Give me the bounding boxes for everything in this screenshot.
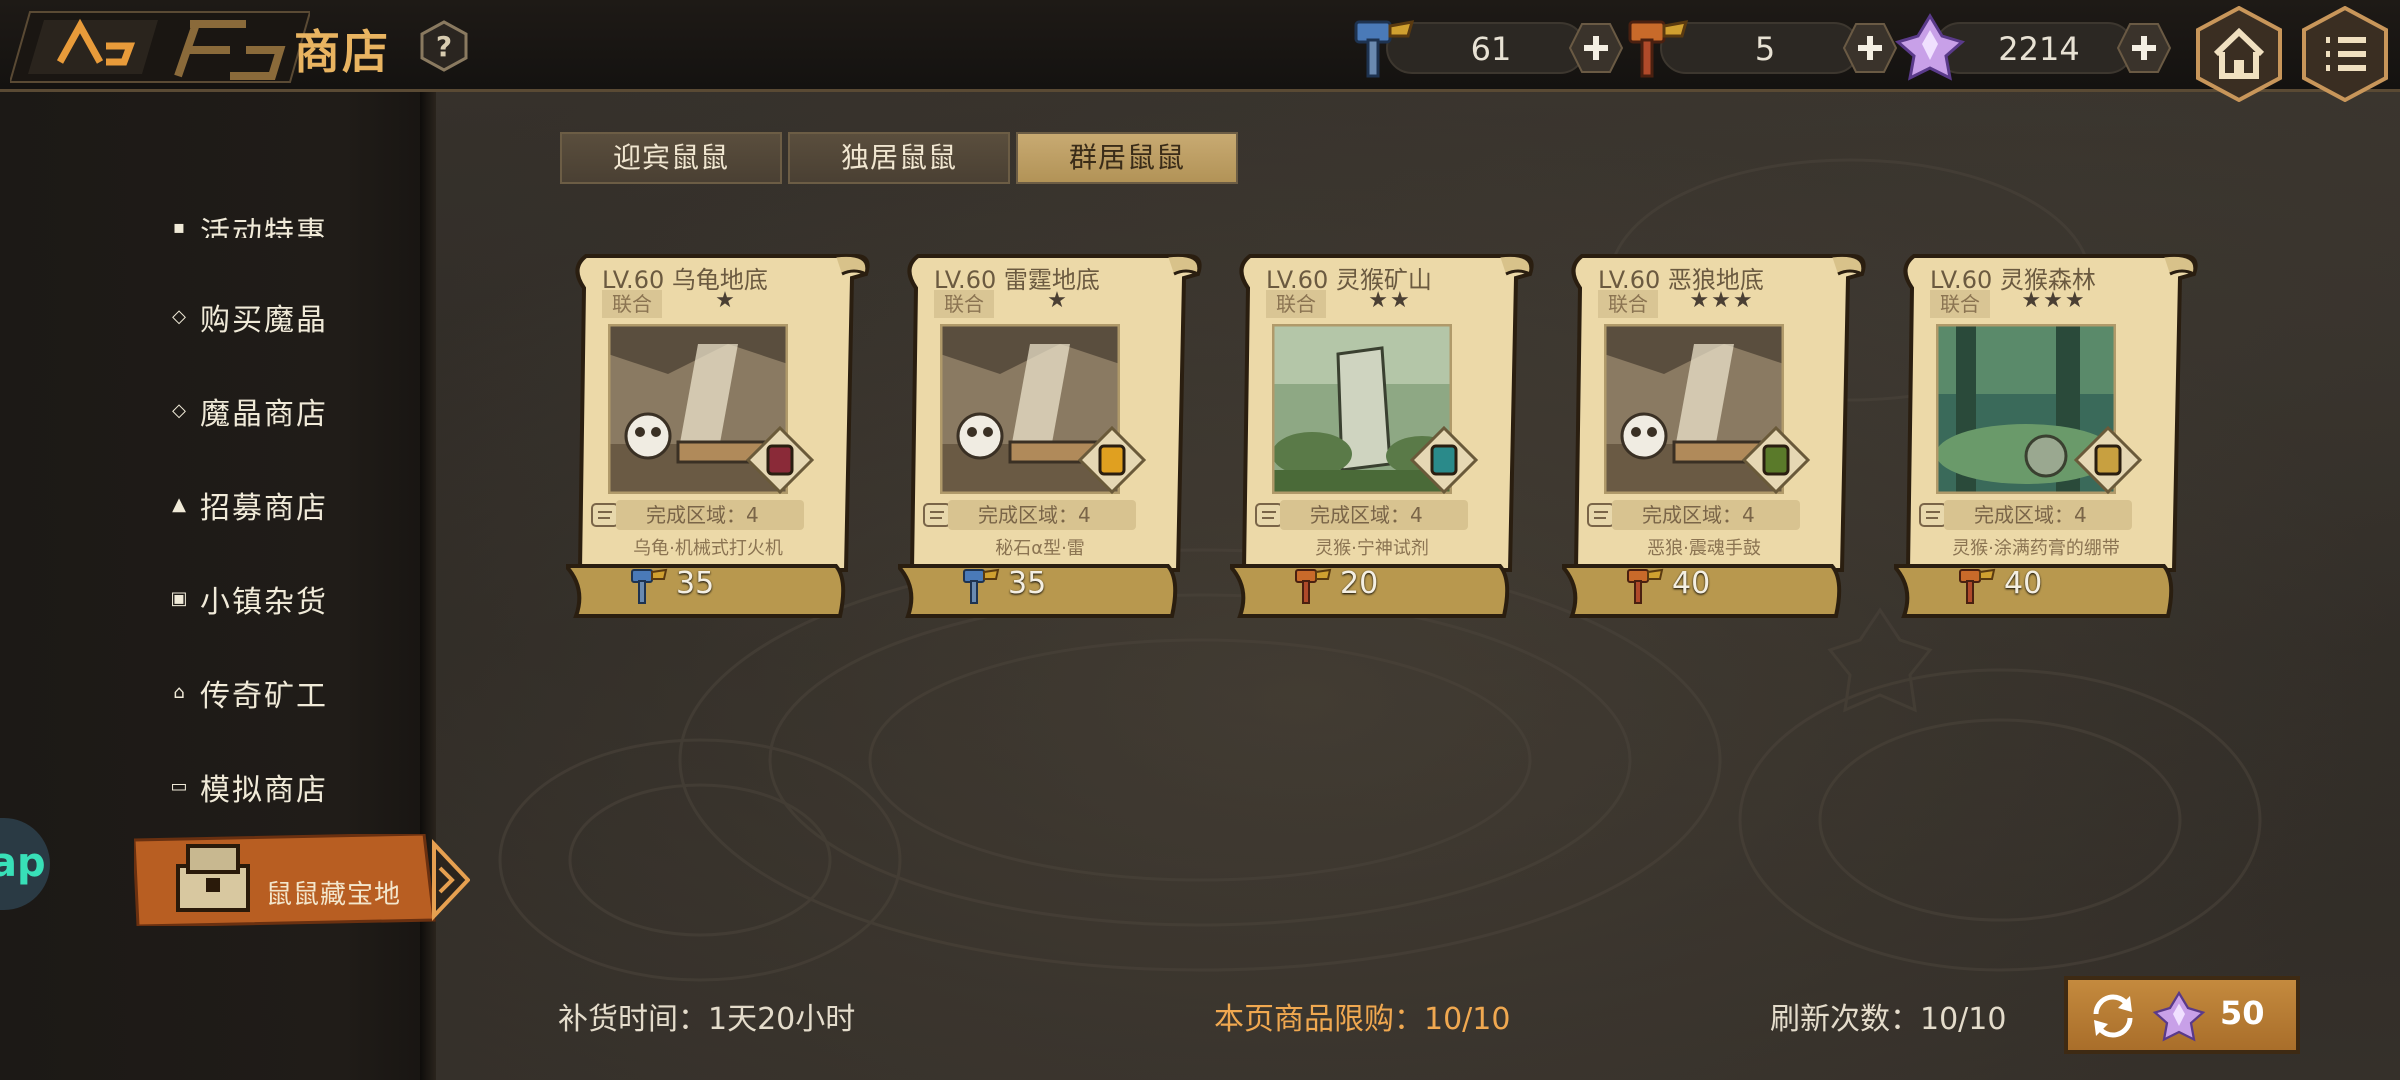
sidebar-item-label: 小镇杂货: [200, 585, 328, 620]
add-blue-hammer-button[interactable]: [1568, 22, 1624, 74]
reward-item-icon: [1741, 425, 1811, 495]
sidebar-item-label: 购买魔晶: [200, 303, 328, 338]
menu-button[interactable]: [2300, 6, 2390, 102]
page-title: 商店: [294, 25, 390, 79]
sidebar-item-legend-miner[interactable]: ⌂ 传奇矿工: [170, 668, 328, 718]
sidebar-item-sim-shop[interactable]: ▭ 模拟商店: [170, 762, 328, 812]
refresh-icon: [2093, 994, 2133, 1038]
area-requirement: 完成区域：4: [616, 500, 804, 530]
sidebar-item-label: 鼠鼠藏宝地: [266, 880, 402, 910]
refresh-count: 刷新次数：10/10: [1770, 1002, 2007, 1037]
card-tag: 联合: [934, 290, 994, 318]
sidebar-item-label: 传奇矿工: [200, 679, 328, 714]
reward-name: 秘石α型·雷: [995, 538, 1085, 559]
card-tag: 联合: [1930, 290, 1990, 318]
area-requirement: 完成区域：4: [1612, 500, 1800, 530]
sidebar-item-label: 招募商店: [200, 491, 328, 526]
bell-icon: ▲: [172, 494, 188, 515]
star-rating: ★★★: [1689, 288, 1755, 313]
refresh-button[interactable]: 50: [2064, 976, 2300, 1054]
star-rating: ★: [715, 288, 737, 313]
area-requirement: 完成区域：4: [1280, 500, 1468, 530]
monitor-icon: ▭: [170, 776, 190, 797]
card-tag: 联合: [602, 290, 662, 318]
tab-welcome-rats[interactable]: 迎宾鼠鼠: [560, 132, 782, 184]
shop-card[interactable]: LV.60 乌龟地底 联合 ★ 完成区域：4 乌龟·机械式打火机 35: [566, 248, 876, 618]
card-price: 40: [1672, 566, 1711, 601]
refresh-cost: 50: [2220, 994, 2265, 1032]
card-price: 35: [1008, 566, 1047, 601]
svg-text:?: ?: [436, 30, 452, 63]
sidebar-item-recruit-shop[interactable]: ▲ 招募商店: [170, 480, 328, 530]
reward-item-icon: [1409, 425, 1479, 495]
top-bar: 商店 ? 61 5 2214: [0, 0, 2400, 102]
blue-hammer-icon: [1354, 20, 1415, 78]
diamond-icon: ◇: [172, 400, 188, 421]
reward-name: 恶狼·震魂手鼓: [1647, 538, 1761, 559]
house-icon: ⌂: [173, 682, 187, 703]
blue-hammer-icon: [963, 568, 1000, 604]
orange-hammer-icon: [1627, 568, 1664, 604]
resource-magic-crystal: 2214: [1894, 13, 2184, 81]
grid-icon: ▪: [172, 217, 188, 238]
sidebar-item-label: 模拟商店: [200, 773, 328, 808]
shop-card[interactable]: LV.60 灵猴矿山 联合 ★★ 完成区域：4 灵猴·宁神试剂 20: [1230, 248, 1540, 618]
sidebar-item-events[interactable]: ▪ 活动特惠: [170, 198, 328, 238]
treasure-chest-icon: [176, 844, 250, 912]
star-rating: ★★: [1368, 288, 1412, 313]
card-price: 40: [2004, 566, 2043, 601]
restock-time: 补货时间：1天20小时: [558, 1002, 856, 1037]
resource-orange-hammer: 5: [1620, 20, 1910, 78]
resource-blue-hammer: 61: [1346, 20, 1636, 78]
diamond-icon: ◇: [172, 306, 188, 327]
reward-name: 灵猴·宁神试剂: [1315, 538, 1429, 559]
star-rating: ★: [1047, 288, 1069, 313]
shop-card[interactable]: LV.60 恶狼地底 联合 ★★★ 完成区域：4 恶狼·震魂手鼓 40: [1562, 248, 1872, 618]
box-icon: ▣: [170, 588, 190, 609]
add-orange-hammer-button[interactable]: [1842, 22, 1898, 74]
sidebar-item-crystal-shop[interactable]: ◇ 魔晶商店: [170, 386, 328, 436]
help-icon[interactable]: ?: [418, 20, 470, 72]
reward-name: 灵猴·涂满药膏的绷带: [1952, 538, 2120, 559]
area-requirement: 完成区域：4: [1944, 500, 2132, 530]
reward-item-icon: [2073, 425, 2143, 495]
orange-hammer-icon: [1295, 568, 1332, 604]
card-price: 35: [676, 566, 715, 601]
shop-card[interactable]: LV.60 灵猴森林 联合 ★★★ 完成区域：4 灵猴·涂满药膏的绷带 40: [1894, 248, 2204, 618]
tab-solitary-rats[interactable]: 独居鼠鼠: [788, 132, 1010, 184]
shop-card[interactable]: LV.60 雷霆地底 联合 ★ 完成区域：4 秘石α型·雷 35: [898, 248, 1208, 618]
reward-name: 乌龟·机械式打火机: [633, 538, 783, 559]
orange-hammer-icon: [1628, 20, 1689, 78]
area-requirement: 完成区域：4: [948, 500, 1136, 530]
resource-value: 61: [1470, 30, 1512, 68]
tab-social-rats[interactable]: 群居鼠鼠: [1016, 132, 1238, 184]
sidebar-item-town-goods[interactable]: ▣ 小镇杂货: [170, 574, 328, 624]
reward-item-icon: [745, 425, 815, 495]
sidebar-item-buy-crystal[interactable]: ◇ 购买魔晶: [170, 292, 328, 342]
add-crystal-button[interactable]: [2116, 22, 2172, 74]
game-logo: [10, 11, 310, 83]
reward-item-icon: [1077, 425, 1147, 495]
sidebar-item-label: 活动特惠: [200, 216, 328, 238]
card-price: 20: [1340, 566, 1379, 601]
card-tag: 联合: [1598, 290, 1658, 318]
orange-hammer-icon: [1959, 568, 1996, 604]
sidebar-divider: [420, 92, 436, 1080]
home-button[interactable]: [2194, 6, 2284, 102]
blue-hammer-icon: [631, 568, 668, 604]
crystal-icon: [2152, 990, 2206, 1042]
resource-value: 2214: [1998, 30, 2080, 68]
resource-value: 5: [1754, 30, 1776, 68]
crystal-icon: [1894, 13, 1966, 81]
star-rating: ★★★: [2021, 288, 2087, 313]
card-tag: 联合: [1266, 290, 1326, 318]
purchase-limit: 本页商品限购：10/10: [1214, 1002, 1511, 1037]
sidebar-item-label: 魔晶商店: [200, 397, 328, 432]
